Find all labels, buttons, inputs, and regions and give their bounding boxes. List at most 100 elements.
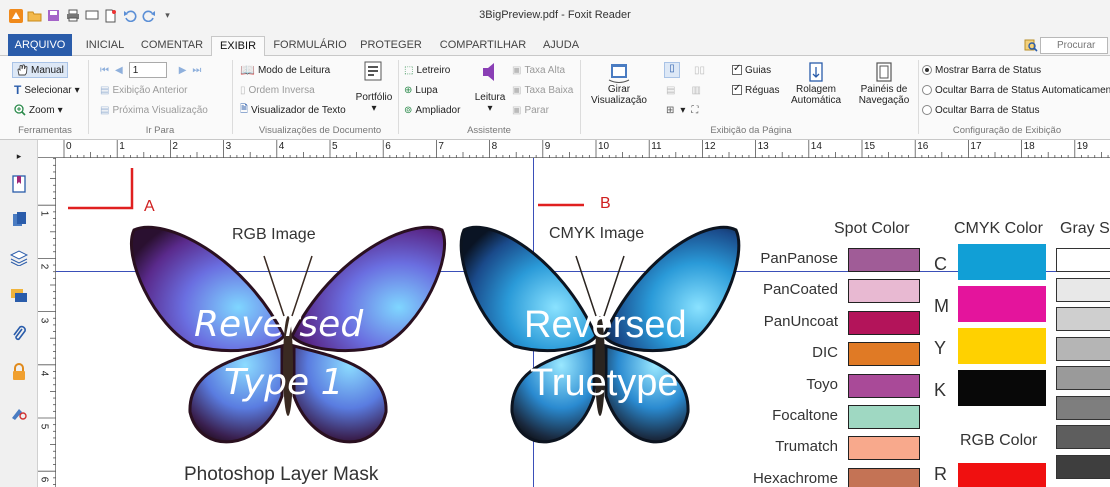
spot-color-swatch: [848, 279, 920, 304]
continuous-facing-icon[interactable]: ▥: [691, 85, 700, 96]
gray-scale-swatch: [1056, 425, 1110, 449]
dropdown-arrow-icon: ▾: [371, 103, 377, 114]
signature-icon[interactable]: [9, 402, 29, 422]
facing-pages-icon[interactable]: ▯▯: [694, 65, 705, 76]
gray-scale-swatch: [1056, 277, 1110, 302]
document-page[interactable]: A B RGB Image CMYK Image Reversed Type 1…: [56, 158, 1110, 487]
comments-icon[interactable]: [9, 286, 29, 306]
spot-color-label: PanCoated: [762, 281, 838, 299]
read-aloud-button[interactable]: Leitura ▾: [472, 60, 508, 114]
rulers-checkbox[interactable]: Réguas: [732, 82, 779, 98]
loupe-button[interactable]: ⊕ Lupa: [404, 82, 438, 98]
marquee-button[interactable]: ⬚ Letreiro: [404, 62, 450, 78]
stop-button[interactable]: ▣ Parar: [512, 102, 549, 118]
ruler-number: 7: [438, 141, 444, 152]
page-number-input[interactable]: [128, 62, 167, 78]
marquee-icon: ⬚: [404, 64, 414, 76]
group-separator: [918, 60, 919, 134]
search-icon[interactable]: [1024, 38, 1038, 52]
layers-icon[interactable]: [9, 248, 29, 268]
tab-exibir[interactable]: EXIBIR: [211, 36, 265, 57]
show-status-bar-radio[interactable]: Mostrar Barra de Status: [922, 62, 1041, 78]
pages-icon[interactable]: [9, 210, 29, 230]
portfolio-button[interactable]: Portfólio ▾: [356, 60, 392, 114]
navigation-panels-icon: [876, 62, 892, 82]
ribbon-tabs: ARQUIVO INICIAL COMENTAR EXIBIR FORMULÁR…: [0, 34, 1110, 57]
ruler-number: 8: [491, 141, 498, 152]
ruler-number: 1: [119, 141, 125, 152]
rotate-view-button[interactable]: Girar Visualização: [588, 60, 650, 106]
ruler-number: 4: [278, 141, 285, 152]
expand-panel-icon[interactable]: ▸: [9, 146, 29, 166]
cmyk-color-swatch: [958, 328, 1046, 364]
tab-ajuda[interactable]: AJUDA: [536, 36, 586, 56]
group-label-view-settings: Configuração de Exibição: [952, 125, 1062, 136]
auto-scroll-icon: [809, 62, 823, 82]
text-viewer-icon: 🗎: [240, 103, 249, 115]
rate-low-button[interactable]: ▣ Taxa Baixa: [512, 82, 573, 98]
search-input[interactable]: [1040, 37, 1108, 54]
continuous-icon[interactable]: ▤: [666, 85, 675, 96]
rate-low-icon: ▣: [512, 84, 522, 96]
select-tool-button[interactable]: T Selecionar ▾: [14, 82, 80, 98]
split-icon[interactable]: ⊞: [666, 105, 674, 116]
tab-formulario[interactable]: FORMULÁRIO: [272, 36, 348, 56]
rate-high-icon: ▣: [512, 64, 522, 76]
tab-inicial[interactable]: INICIAL: [80, 36, 130, 56]
photoshop-layer-mask-label: Photoshop Layer Mask: [184, 464, 379, 485]
butterfly-cmyk-text-line1: Reversed: [524, 304, 687, 346]
group-separator: [88, 60, 89, 134]
gray-scale-swatch: [1056, 454, 1110, 479]
ruler-number: 16: [917, 141, 929, 152]
tab-proteger[interactable]: PROTEGER: [358, 36, 424, 56]
gray-scale-swatch: [1056, 336, 1110, 361]
page-layout-buttons: ▯ ▯▯: [664, 62, 705, 78]
spot-color-label: Toyo: [806, 375, 838, 393]
page-scroll-buttons: ▤ ▥: [666, 82, 701, 98]
cover-page-icon[interactable]: ⛶: [691, 105, 698, 116]
bookmark-icon[interactable]: [9, 174, 29, 194]
ruler-number: 19: [1076, 141, 1088, 152]
last-page-icon[interactable]: ⏭: [192, 65, 201, 76]
attachment-icon[interactable]: [9, 324, 29, 344]
tab-arquivo[interactable]: ARQUIVO: [8, 34, 72, 56]
window-title: 3BigPreview.pdf - Foxit Reader: [479, 9, 631, 21]
next-page-icon[interactable]: ▶: [179, 65, 187, 76]
spot-color-swatch: [848, 248, 920, 272]
tab-comentar[interactable]: COMENTAR: [138, 36, 206, 56]
reverse-order-button[interactable]: ▯ Ordem Inversa: [240, 82, 315, 98]
ruler-number: 1: [38, 210, 50, 217]
cmyk-letter: Y: [934, 338, 947, 358]
reading-mode-button[interactable]: 📖 Modo de Leitura: [240, 62, 330, 78]
ruler-number: 3: [38, 317, 50, 323]
next-view-button[interactable]: ▤ Próxima Visualização: [100, 102, 208, 118]
spot-color-swatch: [848, 342, 920, 367]
gray-scale-swatch: [1056, 366, 1110, 390]
dropdown-arrow-icon[interactable]: ▾: [680, 105, 685, 116]
rate-high-button[interactable]: ▣ Taxa Alta: [512, 62, 565, 78]
zoom-tool-button[interactable]: Zoom ▾: [14, 102, 63, 118]
ruler-number: 4: [38, 370, 50, 377]
first-page-icon[interactable]: ⏮: [100, 65, 109, 76]
spot-color-header: Spot Color: [834, 220, 910, 237]
butterfly-rgb-text-line1: Reversed: [194, 304, 364, 345]
text-viewer-button[interactable]: 🗎 Visualizador de Texto: [240, 102, 346, 118]
dropdown-arrow-icon: ▾: [487, 103, 493, 114]
guides-checkbox[interactable]: Guias: [732, 62, 771, 78]
auto-scroll-button[interactable]: Rolagem Automática: [788, 60, 844, 106]
radio-selected-icon: [922, 65, 932, 75]
previous-view-button[interactable]: ▤ Exibição Anterior: [100, 82, 188, 98]
magnifier-button[interactable]: ⊚ Ampliador: [404, 102, 460, 118]
tab-compartilhar[interactable]: COMPARTILHAR: [436, 36, 530, 56]
single-page-icon[interactable]: ▯: [664, 62, 680, 78]
marker-a-label: A: [144, 198, 155, 215]
group-label-page-display: Exibição da Página: [710, 125, 792, 136]
autohide-status-bar-radio[interactable]: Ocultar Barra de Status Automaticamente: [922, 82, 1110, 98]
spot-color-label: PanUncoat: [763, 312, 838, 330]
manual-tool-button[interactable]: Manual: [12, 62, 68, 78]
navigation-panels-button[interactable]: Painéis de Navegação: [854, 60, 914, 106]
hide-status-bar-radio[interactable]: Ocultar Barra de Status: [922, 102, 1040, 118]
lock-icon[interactable]: [9, 362, 29, 382]
ruler-number: 6: [385, 141, 391, 152]
previous-page-icon[interactable]: ◀: [115, 65, 123, 76]
